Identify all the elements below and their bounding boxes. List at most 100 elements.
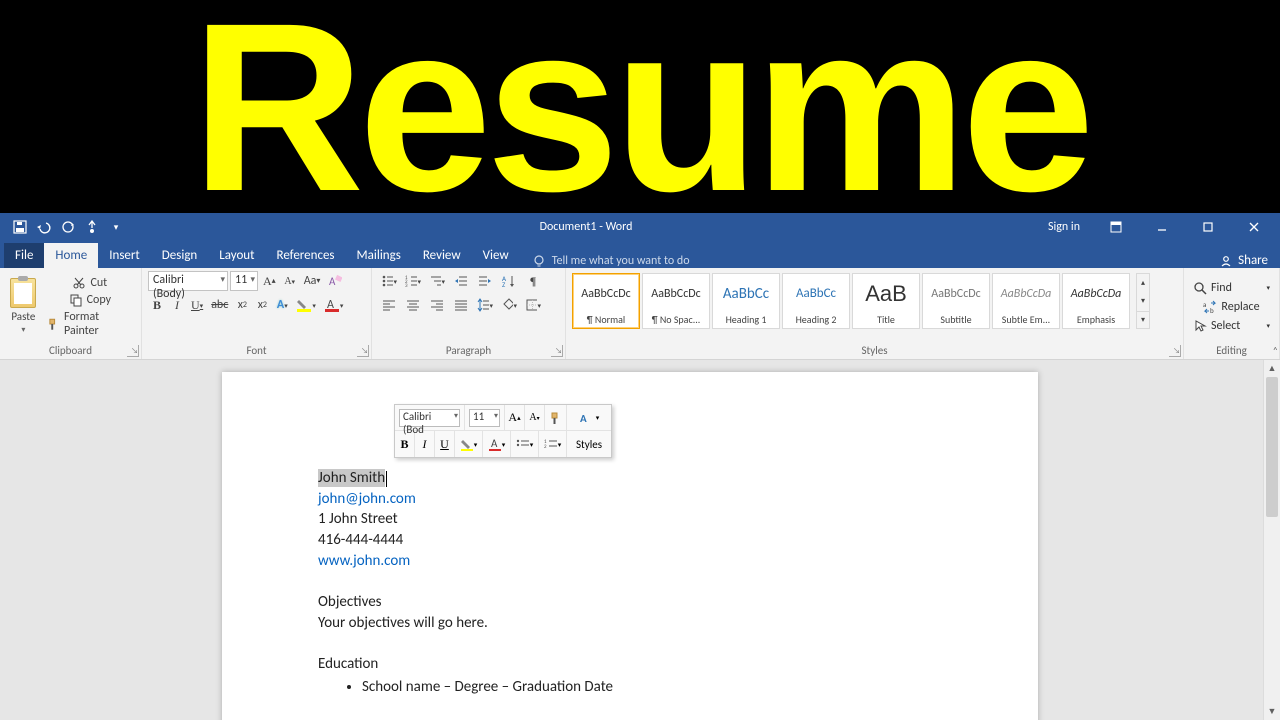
education-item[interactable]: School name – Degree – Graduation Date xyxy=(362,677,942,698)
vertical-scrollbar[interactable]: ▲ ▼ xyxy=(1263,360,1280,720)
increase-indent-button[interactable] xyxy=(474,271,496,291)
shading-button[interactable]: ▾ xyxy=(498,295,520,315)
text-effects-button[interactable]: A▾ xyxy=(273,295,291,315)
subscript-button[interactable]: x2 xyxy=(233,295,251,315)
mini-underline[interactable]: U xyxy=(435,431,455,457)
style-no-spacing[interactable]: AaBbCcDc¶ No Spac... xyxy=(642,273,710,329)
page[interactable]: John Smith john@john.com 1 John Street 4… xyxy=(222,372,1038,720)
multilevel-list-button[interactable]: ▾ xyxy=(426,271,448,291)
mini-toolbar: Calibri (Bod 11 A▴ A▾ A▾ B I U ▾ A▾ ▾ 12… xyxy=(394,404,612,458)
resume-website-line[interactable]: www.john.com xyxy=(318,551,942,572)
font-size-dropdown[interactable]: 11 xyxy=(230,271,258,291)
mini-styles-button[interactable]: A▾ xyxy=(567,405,611,430)
font-color-button[interactable]: A▾ xyxy=(321,295,347,315)
show-hide-marks-button[interactable]: ¶ xyxy=(522,271,544,291)
tab-file[interactable]: File xyxy=(4,243,44,268)
align-center-button[interactable] xyxy=(402,295,424,315)
style-subtle-emphasis[interactable]: AaBbCcDaSubtle Em... xyxy=(992,273,1060,329)
mini-font-color[interactable]: A▾ xyxy=(483,431,511,457)
increase-font-size-button[interactable]: A▴ xyxy=(260,271,279,291)
education-heading[interactable]: Education xyxy=(318,654,942,675)
tab-mailings[interactable]: Mailings xyxy=(346,243,412,268)
objectives-text[interactable]: Your objectives will go here. xyxy=(318,613,942,634)
svg-text:a: a xyxy=(1203,300,1206,309)
justify-button[interactable] xyxy=(450,295,472,315)
styles-scroll-up[interactable]: ▴ xyxy=(1137,274,1149,291)
font-dialog-launcher[interactable]: ↘ xyxy=(357,345,369,357)
resume-email-line[interactable]: john@john.com xyxy=(318,489,942,510)
resume-address-line[interactable]: 1 John Street xyxy=(318,509,942,530)
ribbon-display-options-icon[interactable] xyxy=(1096,213,1136,241)
cut-button[interactable]: Cut xyxy=(45,275,135,291)
line-spacing-button[interactable]: ▾ xyxy=(474,295,496,315)
copy-button[interactable]: Copy xyxy=(45,292,135,308)
save-icon[interactable] xyxy=(12,219,28,235)
touch-mode-icon[interactable] xyxy=(84,219,100,235)
tell-me-search[interactable]: Tell me what you want to do xyxy=(520,254,702,268)
scroll-down-arrow[interactable]: ▼ xyxy=(1264,703,1280,720)
font-name-dropdown[interactable]: Calibri (Body) xyxy=(148,271,228,291)
qat-customize-icon[interactable]: ▾ xyxy=(108,219,124,235)
strikethrough-button[interactable]: abc xyxy=(208,295,231,315)
style-heading-2[interactable]: AaBbCcHeading 2 xyxy=(782,273,850,329)
tab-references[interactable]: References xyxy=(266,243,346,268)
mini-bullets[interactable]: ▾ xyxy=(511,431,539,457)
align-left-button[interactable] xyxy=(378,295,400,315)
style-subtitle[interactable]: AaBbCcDcSubtitle xyxy=(922,273,990,329)
tab-view[interactable]: View xyxy=(472,243,520,268)
scroll-thumb[interactable] xyxy=(1266,377,1278,517)
format-painter-button[interactable]: Format Painter xyxy=(45,309,135,339)
replace-button[interactable]: abReplace xyxy=(1190,298,1273,316)
paragraph-dialog-launcher[interactable]: ↘ xyxy=(551,345,563,357)
mini-styles-label[interactable]: Styles xyxy=(567,431,611,457)
underline-button[interactable]: U▾ xyxy=(188,295,206,315)
undo-icon[interactable] xyxy=(36,219,52,235)
tab-insert[interactable]: Insert xyxy=(98,243,151,268)
clear-formatting-button[interactable]: A xyxy=(325,271,345,291)
style-heading-1[interactable]: AaBbCcHeading 1 xyxy=(712,273,780,329)
superscript-button[interactable]: x2 xyxy=(253,295,271,315)
style-title[interactable]: AaBTitle xyxy=(852,273,920,329)
mini-numbering[interactable]: 12▾ xyxy=(539,431,567,457)
scroll-up-arrow[interactable]: ▲ xyxy=(1264,360,1280,377)
bullets-button[interactable]: ▾ xyxy=(378,271,400,291)
decrease-font-size-button[interactable]: A▾ xyxy=(281,271,299,291)
share-button[interactable]: Share xyxy=(1219,253,1268,268)
styles-expand[interactable]: ▾ xyxy=(1137,311,1149,328)
change-case-button[interactable]: Aa▾ xyxy=(301,271,324,291)
find-button[interactable]: Find▾ xyxy=(1190,279,1273,297)
collapse-ribbon-button[interactable]: ˄ xyxy=(1273,344,1278,357)
minimize-button[interactable] xyxy=(1142,213,1182,241)
sign-in-link[interactable]: Sign in xyxy=(1048,220,1080,234)
maximize-button[interactable] xyxy=(1188,213,1228,241)
highlight-color-button[interactable]: ▾ xyxy=(293,295,319,315)
objectives-heading[interactable]: Objectives xyxy=(318,592,942,613)
tab-home[interactable]: Home xyxy=(44,243,98,268)
mini-decrease-font[interactable]: A▾ xyxy=(525,405,545,430)
styles-scroll-down[interactable]: ▾ xyxy=(1137,292,1149,309)
style-normal[interactable]: AaBbCcDc¶ Normal xyxy=(572,273,640,329)
sort-button[interactable]: AZ xyxy=(498,271,520,291)
style-emphasis[interactable]: AaBbCcDaEmphasis xyxy=(1062,273,1130,329)
borders-button[interactable]: ▾ xyxy=(522,295,544,315)
mini-increase-font[interactable]: A▴ xyxy=(505,405,525,430)
clipboard-dialog-launcher[interactable]: ↘ xyxy=(127,345,139,357)
select-button[interactable]: Select▾ xyxy=(1190,317,1273,335)
mini-format-painter[interactable] xyxy=(545,405,567,430)
redo-icon[interactable] xyxy=(60,219,76,235)
mini-font-name[interactable]: Calibri (Bod xyxy=(399,409,460,427)
styles-dialog-launcher[interactable]: ↘ xyxy=(1169,345,1181,357)
tab-design[interactable]: Design xyxy=(151,243,208,268)
close-button[interactable] xyxy=(1234,213,1274,241)
paste-button[interactable]: Paste ▾ xyxy=(6,271,41,342)
resume-phone-line[interactable]: 416-444-4444 xyxy=(318,530,942,551)
mini-highlight[interactable]: ▾ xyxy=(455,431,483,457)
resume-name-line[interactable]: John Smith xyxy=(318,468,942,489)
mini-font-size[interactable]: 11 xyxy=(469,409,500,427)
tab-review[interactable]: Review xyxy=(412,243,472,268)
decrease-indent-button[interactable] xyxy=(450,271,472,291)
share-icon xyxy=(1219,254,1233,268)
align-right-button[interactable] xyxy=(426,295,448,315)
numbering-button[interactable]: 123▾ xyxy=(402,271,424,291)
tab-layout[interactable]: Layout xyxy=(208,243,265,268)
